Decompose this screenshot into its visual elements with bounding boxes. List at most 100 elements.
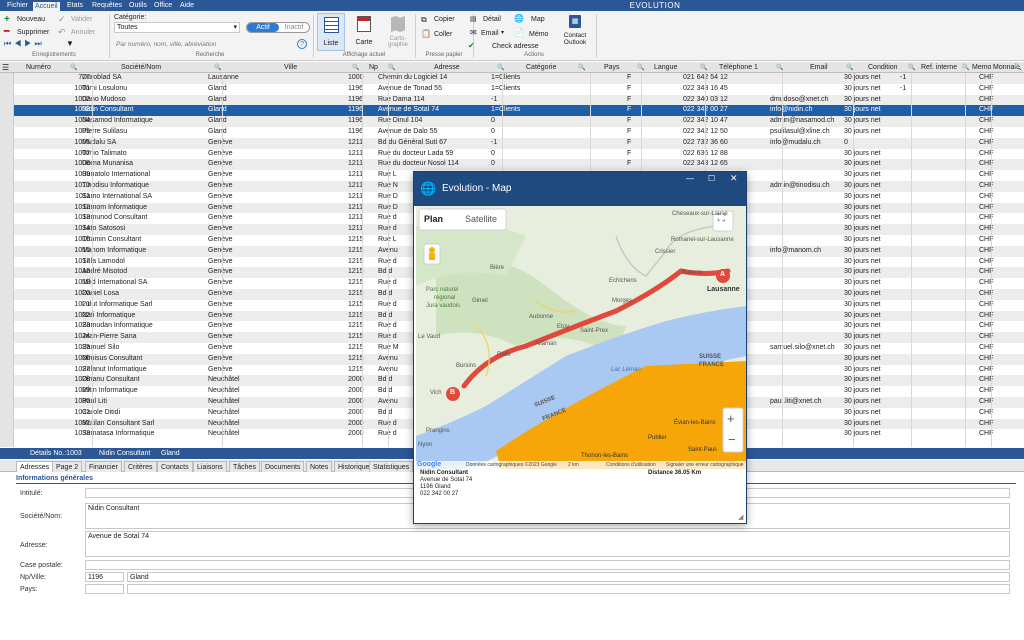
col-condition[interactable]: Condition xyxy=(868,64,898,71)
satellite-toggle[interactable]: Satellite xyxy=(465,214,497,224)
tab-liaisons[interactable]: Liaisons xyxy=(193,461,227,472)
tab-contacts[interactable]: Contacts xyxy=(157,461,193,472)
tab-documents[interactable]: Documents xyxy=(261,461,305,472)
actif-toggle[interactable]: Actif Inactif xyxy=(246,22,310,33)
street-view-icon[interactable] xyxy=(426,244,438,262)
coller-button[interactable]: Coller xyxy=(434,31,452,38)
col-numero[interactable]: Numéro xyxy=(26,64,51,71)
nouveau-button[interactable]: Nouveau xyxy=(17,16,45,23)
close-icon[interactable]: ✕ xyxy=(730,173,738,184)
zoom-out-button[interactable]: − xyxy=(728,432,736,447)
tab-taches[interactable]: Tâches xyxy=(229,461,260,472)
table-row[interactable]: 1008 Doma Munanisa Genève 1211 Rue du docteu… xyxy=(14,159,1024,171)
copier-button[interactable]: Copier xyxy=(434,16,455,23)
col-memo[interactable]: Memo xyxy=(972,64,991,71)
pays-field[interactable] xyxy=(127,584,1010,594)
search-icon[interactable]: 🔍 xyxy=(352,64,359,71)
col-langue[interactable]: Langue xyxy=(654,64,677,71)
menu-fichier[interactable]: Fichier xyxy=(7,1,28,11)
col-societe[interactable]: Société/Nom xyxy=(121,64,161,71)
col-ref-interne[interactable]: Ref. interne xyxy=(921,64,957,71)
filter-icon[interactable]: ▼ xyxy=(66,39,74,48)
supprimer-button[interactable]: Supprimer xyxy=(17,29,49,36)
table-row[interactable]: 1002 Dano Mudoso Gland 1196 Rue Dama 114 -1 F 0… xyxy=(14,94,1024,106)
zoom-in-button[interactable]: + xyxy=(727,411,735,426)
table-row[interactable]: 1001 Tomi Losulonu Gland 1196 Avenue de Tona… xyxy=(14,84,1024,95)
search-icon[interactable]: 🔍 xyxy=(214,64,221,71)
search-icon[interactable]: 🔍 xyxy=(578,64,585,71)
grid-menu-icon[interactable]: ☰ xyxy=(2,63,9,72)
memo-button[interactable]: Mémo xyxy=(529,31,548,38)
ville-field[interactable]: Gland xyxy=(127,572,1010,582)
valider-button[interactable]: Valider xyxy=(71,16,92,23)
table-row[interactable]: 1006 Mudalu SA Genève 1211 Bd du Général Sut… xyxy=(14,137,1024,149)
search-icon[interactable]: 🔍 xyxy=(846,64,853,71)
menu-aide[interactable]: Aide xyxy=(180,1,194,11)
detail-button[interactable]: Détail xyxy=(483,16,501,23)
tab-criteres[interactable]: Critères xyxy=(124,461,157,472)
categorie-select[interactable]: Toutes ▾ xyxy=(114,22,240,33)
table-row[interactable]: 777 Duroblad SA Lausanne 1000 Chemin du Logi… xyxy=(14,73,1024,84)
marker-a[interactable]: A xyxy=(720,271,725,278)
plan-toggle[interactable]: Plan xyxy=(424,214,443,224)
record-nav-icons[interactable]: ⏮◀▶⏭ xyxy=(4,39,45,49)
adresse-field[interactable]: Avenue de Sotal 74 xyxy=(85,531,1010,557)
marker-b[interactable]: B xyxy=(450,389,455,396)
map-button[interactable]: Map xyxy=(531,16,545,23)
actif-option[interactable]: Actif xyxy=(247,23,279,32)
tab-adresses[interactable]: Adresses xyxy=(16,461,54,472)
resize-grip-icon[interactable]: ◢ xyxy=(738,513,743,521)
col-telephone[interactable]: Téléphone 1 xyxy=(719,64,758,71)
table-row[interactable]: 1007 Tonio Talimato Genève 1211 Rue du docte… xyxy=(14,149,1024,160)
tab-historique[interactable]: Historique xyxy=(334,461,374,472)
tab-statistiques[interactable]: Statistiques xyxy=(369,461,414,472)
col-np[interactable]: Np xyxy=(369,64,378,71)
help-icon[interactable]: ? xyxy=(297,39,307,49)
tab-page-2[interactable]: Page 2 xyxy=(52,461,83,472)
menu-requetes[interactable]: Requêtes xyxy=(92,1,122,11)
col-adresse[interactable]: Adresse xyxy=(434,64,460,71)
search-input[interactable]: Par numéro, nom, ville, abréviation xyxy=(116,41,216,48)
minimize-icon[interactable]: — xyxy=(686,174,694,183)
liste-button[interactable]: Liste xyxy=(317,13,345,51)
column-divider xyxy=(853,73,854,447)
search-icon[interactable]: 🔍 xyxy=(637,64,644,71)
search-icon[interactable]: 🔍 xyxy=(962,64,969,71)
menu-etats[interactable]: Etats xyxy=(67,1,83,11)
table-row[interactable]: 1005 Pierre Sulilasu Gland 1196 Avenue de Da… xyxy=(14,127,1024,138)
col-ville[interactable]: Ville xyxy=(284,64,297,71)
col-categorie[interactable]: Catégorie xyxy=(526,64,556,71)
chevron-down-icon[interactable]: ▾ xyxy=(501,29,504,36)
search-icon[interactable]: 🔍 xyxy=(908,64,915,71)
map-place-label: Prangins xyxy=(426,428,450,434)
search-icon[interactable]: 🔍 xyxy=(388,64,395,71)
search-icon[interactable]: 🔍 xyxy=(70,64,77,71)
np-field[interactable]: 1196 xyxy=(85,572,124,582)
map-report-link[interactable]: Signaler une erreur cartographique xyxy=(666,462,744,468)
tab-financier[interactable]: Financier xyxy=(85,461,122,472)
col-pays[interactable]: Pays xyxy=(604,64,620,71)
case-postale-field[interactable] xyxy=(85,560,1010,570)
map-terms-link[interactable]: Conditions d'utilisation xyxy=(606,462,656,468)
menu-office[interactable]: Office xyxy=(154,1,172,11)
carte-button[interactable]: Carte xyxy=(350,13,378,51)
search-icon[interactable]: 🔍 xyxy=(497,64,504,71)
table-row[interactable]: 1004 Nasamod Informatique Gland 1196 Rue Din… xyxy=(14,116,1024,127)
menu-accueil[interactable]: Accueil xyxy=(33,2,60,11)
cartographie-button[interactable]: Carto- graphie xyxy=(383,13,413,51)
check-adresse-button[interactable]: Check adresse xyxy=(492,43,539,50)
col-email[interactable]: Email xyxy=(810,64,828,71)
search-icon[interactable]: 🔍 xyxy=(700,64,707,71)
email-button[interactable]: Email xyxy=(481,30,499,37)
search-icon[interactable]: 🔍 xyxy=(776,64,783,71)
maximize-icon[interactable]: ☐ xyxy=(708,174,715,183)
pays-code-field[interactable] xyxy=(85,584,124,594)
menu-outils[interactable]: Outils xyxy=(129,1,147,11)
inactif-option[interactable]: Inactif xyxy=(279,23,309,32)
contact-outlook-button[interactable]: ▦ Contact Outlook xyxy=(560,15,590,51)
tab-notes[interactable]: Notes xyxy=(306,461,333,472)
table-row[interactable]: 1003 Nidin Consultant Gland 1196 Avenue de S… xyxy=(14,105,1024,117)
search-icon[interactable]: 🔍 xyxy=(1014,64,1021,71)
map-canvas[interactable]: Plan Satellite ⛶ + − A B Cheseaux-sur-La… xyxy=(416,206,746,469)
annuler-button[interactable]: Annuler xyxy=(71,29,95,36)
